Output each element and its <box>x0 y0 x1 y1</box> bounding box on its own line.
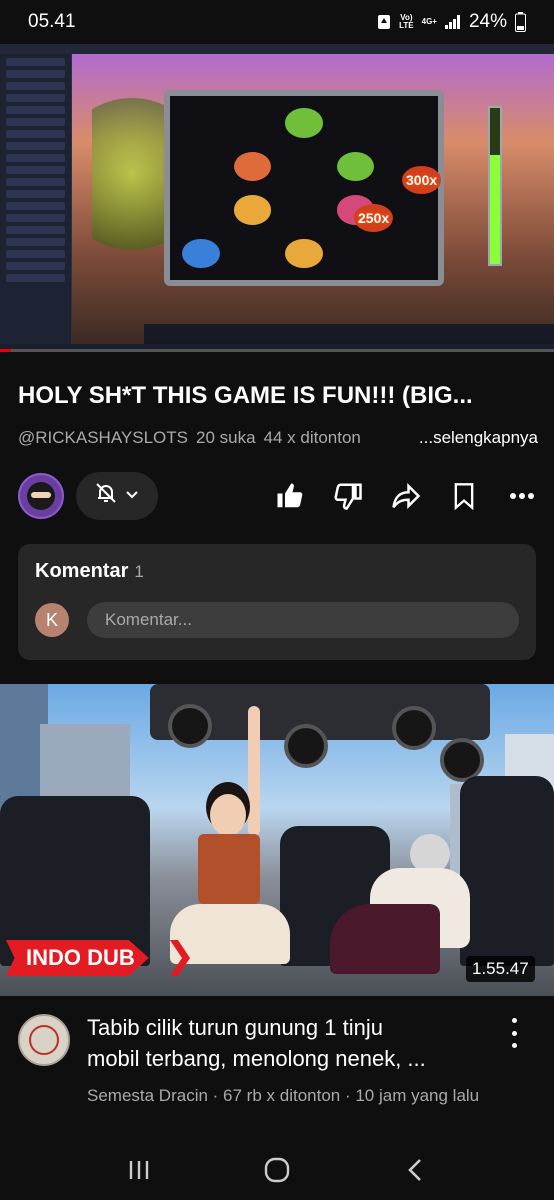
recents-icon <box>129 1161 149 1179</box>
view-count: 44 x ditonton <box>263 428 361 447</box>
slot-symbol <box>337 239 375 269</box>
slot-symbol <box>234 108 272 138</box>
status-icons: Vo) LTE 4G+ 24% <box>377 11 526 33</box>
save-button[interactable] <box>448 480 480 512</box>
embedded-sidebar <box>0 54 72 344</box>
slot-symbol <box>388 195 426 225</box>
show-more-link[interactable]: ...selengkapnya <box>419 428 538 448</box>
status-bar: 05.41 Vo) LTE 4G+ 24% <box>0 0 554 44</box>
girl-figure <box>170 706 290 974</box>
embedded-topbar <box>0 44 554 54</box>
win-multiplier-badge: 300x <box>402 166 442 194</box>
user-avatar: K <box>35 603 69 637</box>
chevron-down-icon <box>124 485 140 508</box>
video-meta: @RICKASHAYSLOTS 20 suka 44 x ditonton ..… <box>18 428 538 448</box>
next-video-title-line: Tabib cilik turun gunung 1 tinju <box>87 1015 383 1040</box>
slot-symbol <box>234 239 272 269</box>
slot-symbol <box>285 195 323 225</box>
next-video-title[interactable]: Tabib cilik turun gunung 1 tinju mobil t… <box>87 1012 487 1074</box>
channel-avatar[interactable] <box>18 473 64 519</box>
slot-symbol <box>388 239 426 269</box>
slot-symbol <box>388 108 426 138</box>
video-title[interactable]: HOLY SH*T THIS GAME IS FUN!!! (BIG... <box>18 382 538 410</box>
data-indicator: 4G+ <box>421 17 437 26</box>
slot-symbol <box>337 108 375 138</box>
thumbs-down-icon <box>334 483 362 510</box>
like-button[interactable] <box>274 480 306 512</box>
progress-fill <box>0 349 12 352</box>
signal-icon <box>444 15 461 29</box>
comments-card[interactable]: Komentar 1 K Komentar... <box>18 544 536 660</box>
battery-icon <box>515 12 526 32</box>
slot-symbol <box>182 152 220 182</box>
dislike-button[interactable] <box>332 480 364 512</box>
slot-symbol <box>182 238 220 268</box>
share-icon <box>392 482 421 510</box>
slot-symbol <box>336 151 375 181</box>
next-channel-avatar[interactable] <box>18 1014 70 1066</box>
dub-badge: INDO DUB <box>6 940 149 976</box>
home-button[interactable] <box>257 1150 297 1190</box>
channel-handle[interactable]: @RICKASHAYSLOTS <box>18 428 188 448</box>
recents-button[interactable] <box>119 1150 159 1190</box>
win-multiplier-badge: 250x <box>354 204 394 232</box>
more-button[interactable] <box>506 480 538 512</box>
next-video-title-line: mobil terbang, menolong nenek, ... <box>87 1046 426 1071</box>
slot-symbol <box>182 108 220 138</box>
video-progress-bar[interactable] <box>0 349 554 352</box>
back-button[interactable] <box>395 1150 435 1190</box>
video-duration: 1.55.47 <box>466 956 535 982</box>
thumbs-up-icon <box>277 483 303 508</box>
next-video-more-button[interactable] <box>504 1016 524 1050</box>
slot-symbol <box>182 195 220 225</box>
back-icon <box>408 1159 421 1181</box>
slot-symbol <box>285 152 323 182</box>
more-icon <box>510 493 534 499</box>
comments-label: Komentar <box>35 560 129 582</box>
video-player[interactable]: 300x 250x <box>0 44 554 352</box>
slot-game-scene: 300x 250x <box>72 54 554 352</box>
slot-symbol <box>233 151 272 181</box>
battery-level: 24% <box>468 11 507 32</box>
volte-indicator: Vo) LTE <box>399 14 414 30</box>
slot-symbol <box>285 108 323 138</box>
system-nav-bar <box>0 1140 554 1200</box>
slot-symbol <box>233 195 272 225</box>
share-button[interactable] <box>390 480 422 512</box>
lte-label: LTE <box>399 21 414 30</box>
grandma-figure <box>330 834 470 974</box>
slot-reels <box>164 90 444 286</box>
comment-input[interactable]: Komentar... <box>87 602 519 638</box>
bell-off-icon <box>94 481 118 511</box>
notification-icon <box>377 14 391 30</box>
like-count: 20 suka <box>195 428 256 447</box>
subscription-bell-button[interactable] <box>76 472 158 520</box>
comments-count: 1 <box>134 562 144 581</box>
bonus-meter <box>488 106 502 266</box>
bookmark-icon <box>454 483 474 511</box>
action-row <box>18 472 538 520</box>
next-video-meta: Semesta Dracin · 67 rb x ditonton · 10 j… <box>87 1086 480 1105</box>
clock: 05.41 <box>28 11 76 32</box>
slime-decoration <box>92 74 172 274</box>
slot-symbol <box>285 238 323 268</box>
comments-heading: Komentar 1 <box>35 560 144 583</box>
home-icon <box>264 1157 290 1183</box>
